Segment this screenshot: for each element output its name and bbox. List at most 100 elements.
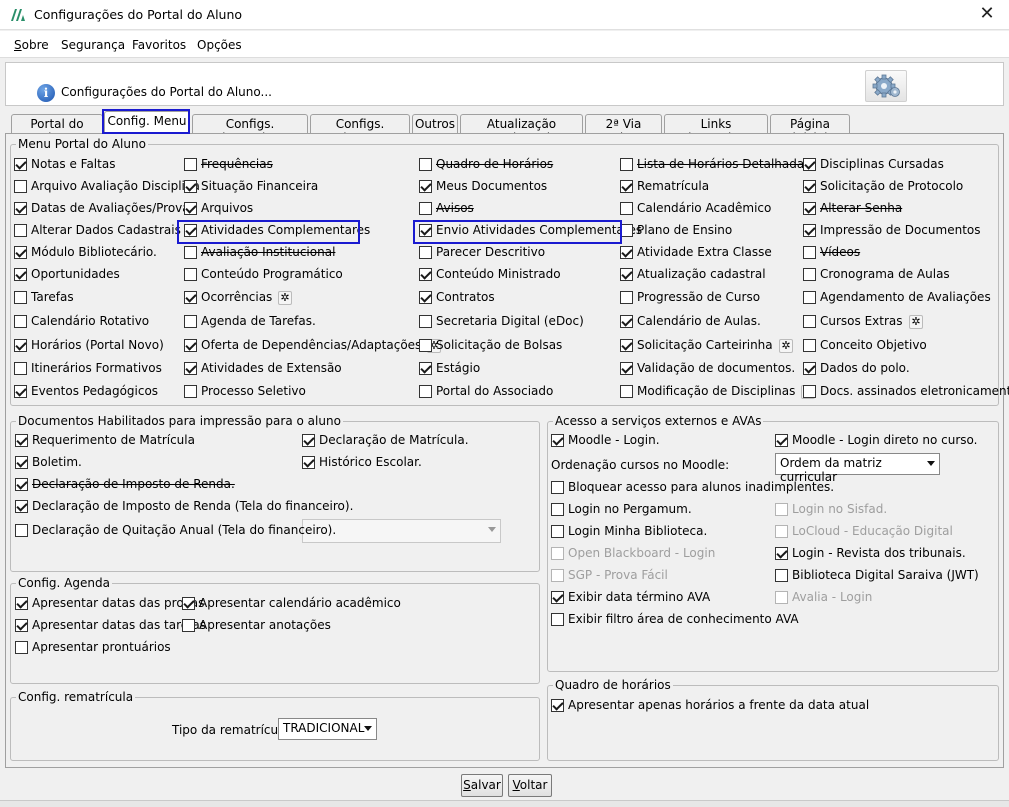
checkbox-checked-icon[interactable] bbox=[419, 180, 432, 193]
checkbox-unchecked-icon[interactable] bbox=[14, 180, 27, 193]
checkbox-checked-icon[interactable] bbox=[14, 385, 27, 398]
checkbox-checked-icon[interactable] bbox=[15, 434, 28, 447]
checkbox-checked-icon[interactable] bbox=[15, 500, 28, 513]
checkbox-checked-icon[interactable] bbox=[15, 597, 28, 610]
checkbox-unchecked-icon[interactable] bbox=[803, 339, 816, 352]
checkbox-unchecked-icon[interactable] bbox=[14, 362, 27, 375]
settings-button[interactable] bbox=[865, 70, 907, 102]
checkbox-checked-icon[interactable] bbox=[182, 597, 195, 610]
tab-links-alternativos[interactable]: Links Alternativos bbox=[664, 114, 768, 145]
tab-atualizacao-cadastral[interactable]: Atualização Cadastral bbox=[460, 114, 583, 145]
tab-configs-diversas[interactable]: Configs. Diversas bbox=[310, 114, 410, 145]
checkbox-checked-icon[interactable] bbox=[620, 268, 633, 281]
checkbox-checked-icon[interactable] bbox=[551, 591, 564, 604]
checkbox-checked-icon[interactable] bbox=[14, 339, 27, 352]
checkbox-unchecked-icon[interactable] bbox=[620, 385, 633, 398]
checkbox-unchecked-icon[interactable] bbox=[14, 224, 27, 237]
checkbox-unchecked-icon[interactable] bbox=[15, 524, 28, 537]
tipo-rematricula-select[interactable]: TRADICIONAL bbox=[278, 718, 377, 740]
checkbox-checked-icon[interactable] bbox=[184, 224, 197, 237]
checkbox-checked-icon[interactable] bbox=[302, 434, 315, 447]
checkbox-unchecked-icon[interactable] bbox=[184, 246, 197, 259]
checkbox-unchecked-icon[interactable] bbox=[620, 224, 633, 237]
checkbox-checked-icon[interactable] bbox=[620, 315, 633, 328]
checkbox-unchecked-icon[interactable] bbox=[419, 158, 432, 171]
checkbox-unchecked-icon[interactable] bbox=[419, 339, 432, 352]
checkbox-checked-icon[interactable] bbox=[419, 362, 432, 375]
checkbox-unchecked-icon[interactable] bbox=[775, 569, 788, 582]
checkbox-unchecked-icon[interactable] bbox=[620, 291, 633, 304]
gear-icon[interactable]: ✲ bbox=[278, 291, 292, 305]
checkbox-unchecked-icon[interactable] bbox=[803, 268, 816, 281]
checkbox-checked-icon[interactable] bbox=[184, 362, 197, 375]
checkbox-checked-icon[interactable] bbox=[775, 434, 788, 447]
menu-favoritos[interactable]: Favoritos bbox=[132, 38, 186, 52]
checkbox-unchecked-icon[interactable] bbox=[419, 385, 432, 398]
checkbox-checked-icon[interactable] bbox=[775, 547, 788, 560]
checkbox-checked-icon[interactable] bbox=[419, 224, 432, 237]
gear-icon[interactable]: ✲ bbox=[909, 315, 923, 329]
checkbox-unchecked-icon[interactable] bbox=[803, 291, 816, 304]
checkbox-checked-icon[interactable] bbox=[302, 456, 315, 469]
checkbox-unchecked-icon[interactable] bbox=[184, 315, 197, 328]
checkbox-checked-icon[interactable] bbox=[184, 180, 197, 193]
checkbox-unchecked-icon[interactable] bbox=[620, 158, 633, 171]
checkbox-checked-icon[interactable] bbox=[14, 158, 27, 171]
checkbox-checked-icon[interactable] bbox=[14, 246, 27, 259]
checkbox-unchecked-icon[interactable] bbox=[419, 202, 432, 215]
checkbox-unchecked-icon[interactable] bbox=[803, 246, 816, 259]
checkbox-checked-icon[interactable] bbox=[15, 619, 28, 632]
tab-outros[interactable]: Outros bbox=[412, 114, 458, 133]
checkbox-checked-icon[interactable] bbox=[620, 362, 633, 375]
checkbox-unchecked-icon[interactable] bbox=[551, 503, 564, 516]
checkbox-checked-icon[interactable] bbox=[184, 339, 197, 352]
checkbox-checked-icon[interactable] bbox=[419, 268, 432, 281]
tab-configs-financeiras[interactable]: Configs. Financeiras bbox=[192, 114, 308, 145]
checkbox-checked-icon[interactable] bbox=[15, 456, 28, 469]
checkbox-checked-icon[interactable] bbox=[803, 158, 816, 171]
checkbox-checked-icon[interactable] bbox=[184, 202, 197, 215]
checkbox-unchecked-icon[interactable] bbox=[184, 268, 197, 281]
checkbox-unchecked-icon[interactable] bbox=[184, 158, 197, 171]
checkbox-unchecked-icon[interactable] bbox=[551, 481, 564, 494]
checkbox-checked-icon[interactable] bbox=[620, 339, 633, 352]
tab-pagina-inicial[interactable]: Página inicial bbox=[770, 114, 850, 145]
checkbox-checked-icon[interactable] bbox=[14, 202, 27, 215]
save-button[interactable]: Salvar bbox=[461, 774, 503, 797]
back-button[interactable]: Voltar bbox=[508, 774, 552, 797]
close-icon[interactable]: ✕ bbox=[975, 3, 999, 25]
checkbox-checked-icon[interactable] bbox=[620, 180, 633, 193]
tab-portal-do-aluno[interactable]: Portal do Aluno bbox=[11, 114, 103, 145]
checkbox-unchecked-icon[interactable] bbox=[419, 246, 432, 259]
menu-opcoes[interactable]: Opções bbox=[197, 38, 242, 52]
checkbox-unchecked-icon[interactable] bbox=[14, 291, 27, 304]
checkbox-checked-icon[interactable] bbox=[184, 291, 197, 304]
checkbox-checked-icon[interactable] bbox=[14, 268, 27, 281]
tab-2a-via-boleto[interactable]: 2ª Via Boleto bbox=[585, 114, 662, 145]
checkbox-unchecked-icon[interactable] bbox=[15, 641, 28, 654]
menu-sobre[interactable]: Sobre bbox=[14, 38, 49, 52]
checkbox-unchecked-icon[interactable] bbox=[551, 613, 564, 626]
checkbox-checked-icon[interactable] bbox=[620, 246, 633, 259]
checkbox-checked-icon[interactable] bbox=[803, 202, 816, 215]
checkbox-checked-icon[interactable] bbox=[15, 478, 28, 491]
checkbox-label: Eventos Pedagógicos bbox=[31, 384, 159, 398]
checkbox-unchecked-icon[interactable] bbox=[184, 385, 197, 398]
checkbox-checked-icon[interactable] bbox=[803, 180, 816, 193]
ordenacao-moodle-select[interactable]: Ordem da matriz curricular bbox=[775, 453, 940, 484]
checkbox-checked-icon[interactable] bbox=[419, 291, 432, 304]
checkbox-unchecked-icon[interactable] bbox=[14, 315, 27, 328]
checkbox-unchecked-icon[interactable] bbox=[182, 619, 195, 632]
tab-config-menu[interactable]: Config. Menu bbox=[104, 111, 190, 134]
checkbox-unchecked-icon[interactable] bbox=[419, 315, 432, 328]
checkbox-checked-icon[interactable] bbox=[803, 362, 816, 375]
checkbox-unchecked-icon[interactable] bbox=[803, 385, 816, 398]
checkbox-checked-icon[interactable] bbox=[551, 434, 564, 447]
checkbox-unchecked-icon[interactable] bbox=[551, 525, 564, 538]
menu-seguranca[interactable]: Segurança bbox=[61, 38, 125, 52]
checkbox-checked-icon[interactable] bbox=[551, 699, 564, 712]
checkbox-checked-icon[interactable] bbox=[803, 224, 816, 237]
gear-icon[interactable]: ✲ bbox=[779, 339, 793, 353]
checkbox-unchecked-icon[interactable] bbox=[620, 202, 633, 215]
checkbox-unchecked-icon[interactable] bbox=[803, 315, 816, 328]
